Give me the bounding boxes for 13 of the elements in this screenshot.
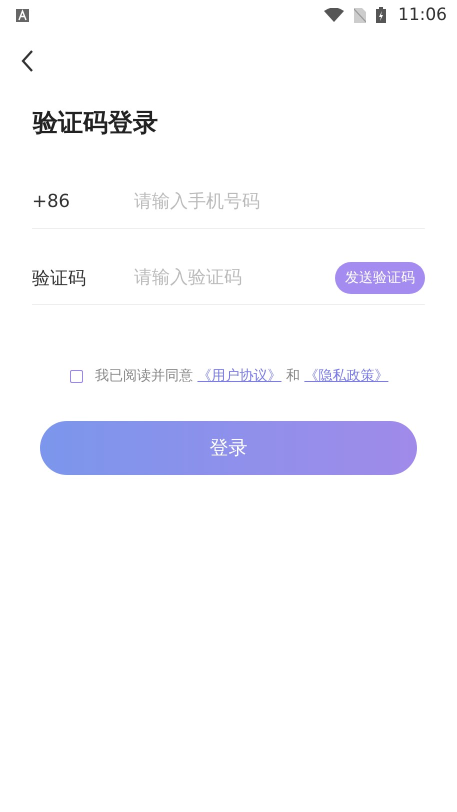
wifi-icon — [324, 8, 344, 22]
privacy-policy-link[interactable]: 《隐私政策》 — [304, 368, 388, 384]
user-agreement-link[interactable]: 《用户协议》 — [197, 368, 282, 384]
agreement-text: 我已阅读并同意 《用户协议》 和 《隐私政策》 — [95, 367, 388, 385]
battery-icon — [376, 7, 386, 23]
agreement-checkbox[interactable] — [70, 370, 83, 382]
code-label: 验证码 — [32, 266, 87, 290]
country-code[interactable]: +86 — [32, 191, 134, 212]
page-title: 验证码登录 — [33, 110, 159, 135]
send-code-button[interactable]: 发送验证码 — [335, 262, 425, 294]
status-time: 11:06 — [398, 5, 447, 25]
keyboard-icon — [16, 8, 29, 22]
no-sim-icon — [354, 8, 366, 22]
